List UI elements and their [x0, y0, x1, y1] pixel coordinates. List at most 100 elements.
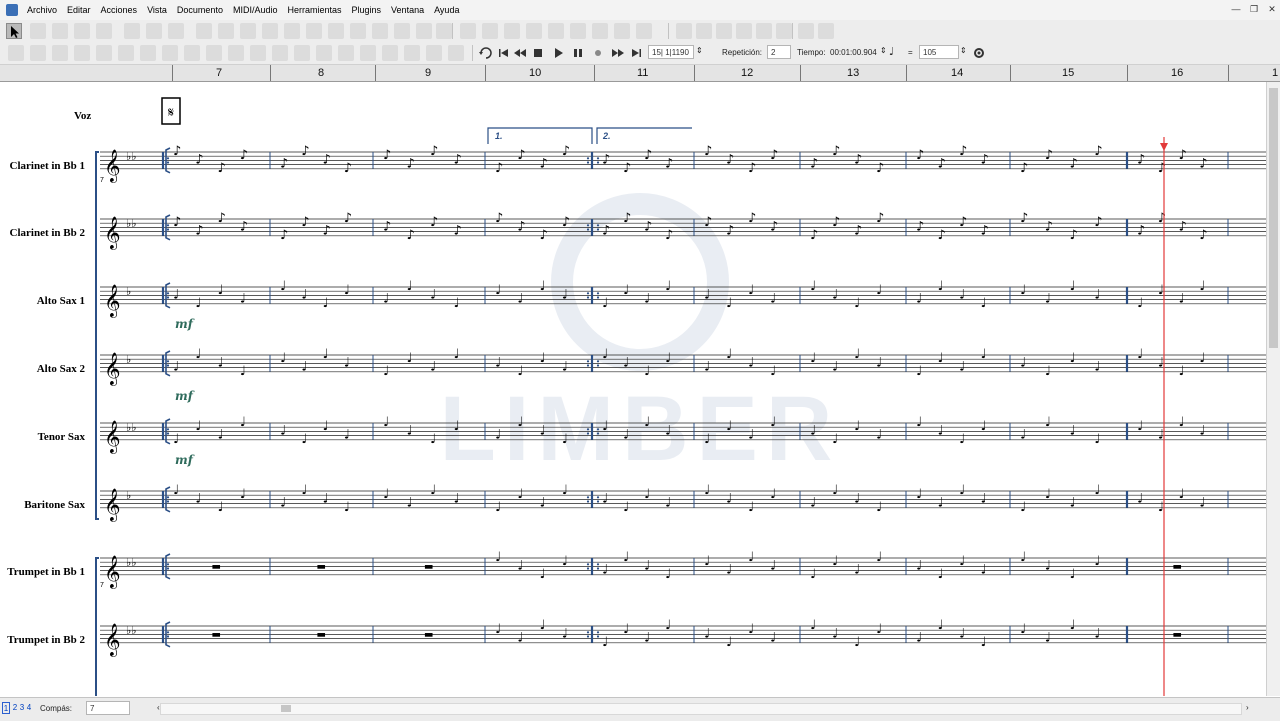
repeat-select[interactable]: 2 — [767, 45, 791, 59]
palette-diminuendo-icon[interactable] — [426, 45, 442, 61]
staff-tool-icon[interactable] — [124, 23, 140, 39]
playback-cursor-head-icon[interactable] — [1160, 143, 1168, 151]
graphics-tool-icon[interactable] — [436, 23, 452, 39]
trill-tool-icon[interactable] — [548, 23, 564, 39]
repeat-tool-icon[interactable] — [262, 23, 278, 39]
palette-crescendo-icon[interactable] — [404, 45, 420, 61]
palette-rest-icon[interactable] — [140, 45, 156, 61]
expression-tool-icon[interactable] — [218, 23, 234, 39]
dynamic-mf-alto-2[interactable]: mf — [175, 389, 195, 403]
dynamic-mf-tenor[interactable]: mf — [175, 453, 195, 467]
menu-acciones[interactable]: Acciones — [96, 5, 143, 15]
palette-sixteenth-note-icon[interactable] — [118, 45, 134, 61]
palette-sharp-icon[interactable] — [272, 45, 288, 61]
restore-button[interactable]: ❐ — [1246, 2, 1262, 16]
zoom-icon[interactable] — [818, 23, 834, 39]
palette-mordent-icon[interactable] — [448, 45, 464, 61]
palette-half-note-icon[interactable] — [30, 45, 46, 61]
palette-staccato-icon[interactable] — [316, 45, 332, 61]
palette-tuplet-icon[interactable] — [184, 45, 200, 61]
menu-ayuda[interactable]: Ayuda — [429, 5, 464, 15]
page-layout-icon[interactable] — [716, 23, 732, 39]
slur-tool-icon[interactable] — [482, 23, 498, 39]
lyrics-tool-icon[interactable] — [416, 23, 432, 39]
ottava-tool-icon[interactable] — [526, 23, 542, 39]
horizontal-scrollbar-thumb[interactable] — [281, 705, 291, 712]
chord-symbol-icon[interactable] — [372, 23, 388, 39]
menu-vista[interactable]: Vista — [142, 5, 172, 15]
palette-tie-icon[interactable] — [162, 45, 178, 61]
instrument-label-clarinet-1[interactable]: Clarinet in Bb 1 — [10, 160, 85, 172]
bpm-spinner-icon[interactable]: ⇕ — [960, 46, 967, 55]
palette-whole-note-icon[interactable] — [8, 45, 24, 61]
instrument-label-alto-sax-1[interactable]: Alto Sax 1 — [37, 295, 85, 307]
menu-herramientas[interactable]: Herramientas — [282, 5, 346, 15]
menu-ventana[interactable]: Ventana — [386, 5, 429, 15]
instrument-label-tenor-sax[interactable]: Tenor Sax — [38, 431, 86, 443]
palette-accent-icon[interactable] — [294, 45, 310, 61]
record-icon[interactable] — [590, 45, 606, 61]
key-signature-icon[interactable] — [284, 23, 300, 39]
selection-tool-icon[interactable] — [696, 23, 712, 39]
go-to-end-icon[interactable] — [628, 45, 644, 61]
menu-archivo[interactable]: Archivo — [22, 5, 62, 15]
hairpin-tool-icon[interactable] — [504, 23, 520, 39]
playback-settings-gear-icon[interactable] — [971, 45, 987, 61]
measure-ruler[interactable]: 7 8 9 10 11 12 13 14 15 16 1 — [0, 65, 1280, 82]
horizontal-scrollbar[interactable] — [160, 703, 1242, 715]
rest-tool-icon[interactable] — [96, 23, 112, 39]
close-button[interactable]: ✕ — [1264, 2, 1280, 16]
menu-midi-audio[interactable]: MIDI/Audio — [228, 5, 283, 15]
volta-2-bracket[interactable] — [596, 127, 692, 144]
text-tool-icon[interactable] — [394, 23, 410, 39]
loop-icon[interactable] — [478, 45, 494, 61]
instrument-label-trumpet-1[interactable]: Trumpet in Bb 1 — [7, 566, 85, 578]
palette-quarter-note-icon[interactable] — [52, 45, 68, 61]
time-spinner-icon[interactable]: ⇕ — [880, 46, 887, 55]
time-signature-icon[interactable] — [306, 23, 322, 39]
tempo-bpm-field[interactable]: 105 — [919, 45, 959, 59]
minimize-button[interactable]: — — [1228, 2, 1244, 16]
go-to-start-icon[interactable] — [496, 45, 512, 61]
eighth-note-tool-icon[interactable] — [168, 23, 184, 39]
measure-tool-icon[interactable] — [350, 23, 366, 39]
note-mover-icon[interactable] — [756, 23, 772, 39]
position-spinner-icon[interactable]: ⇕ — [696, 46, 703, 55]
speedy-entry-icon[interactable] — [776, 23, 792, 39]
tuplet-tool-icon[interactable] — [460, 23, 476, 39]
palette-tenuto-icon[interactable] — [338, 45, 354, 61]
lasso-icon[interactable] — [30, 23, 46, 39]
fast-forward-icon[interactable] — [610, 45, 626, 61]
page-tab-1[interactable]: 1 — [2, 702, 10, 714]
wrench-icon[interactable] — [676, 23, 692, 39]
hand-icon[interactable] — [798, 23, 814, 39]
volta-1-bracket[interactable] — [487, 127, 593, 144]
smart-shape-icon[interactable] — [196, 23, 212, 39]
instrument-label-baritone-sax[interactable]: Baritone Sax — [24, 499, 85, 511]
scroll-right-icon[interactable]: › — [1246, 703, 1249, 712]
palette-fermata-icon[interactable] — [360, 45, 376, 61]
palette-flat-icon[interactable] — [228, 45, 244, 61]
staff-edit-icon[interactable] — [736, 23, 752, 39]
play-icon[interactable] — [550, 45, 566, 61]
menu-editar[interactable]: Editar — [62, 5, 96, 15]
vertical-scrollbar-thumb[interactable] — [1269, 88, 1278, 348]
instrument-label-trumpet-2[interactable]: Trumpet in Bb 2 — [7, 634, 85, 646]
rewind-icon[interactable] — [512, 45, 528, 61]
vertical-scrollbar[interactable] — [1266, 82, 1280, 696]
palette-slur-icon[interactable] — [382, 45, 398, 61]
position-field[interactable]: 15| 1|1190 — [648, 45, 694, 59]
pedal-tool-icon[interactable] — [570, 23, 586, 39]
pause-icon[interactable] — [570, 45, 586, 61]
bracket-tool-icon[interactable] — [614, 23, 630, 39]
line-tool-icon[interactable] — [636, 23, 652, 39]
articulation-tool-icon[interactable] — [240, 23, 256, 39]
menu-documento[interactable]: Documento — [172, 5, 228, 15]
instrument-label-alto-sax-2[interactable]: Alto Sax 2 — [37, 363, 86, 375]
palette-natural-icon[interactable] — [250, 45, 266, 61]
stop-icon[interactable] — [530, 45, 546, 61]
menu-plugins[interactable]: Plugins — [347, 5, 387, 15]
instrument-label-clarinet-2[interactable]: Clarinet in Bb 2 — [10, 227, 86, 239]
score-canvas[interactable]: LIMBER Voz 𝄋 1. 2. Clarinet in Bb 1 Clar… — [0, 82, 1266, 696]
quarter-note-tool-icon[interactable] — [146, 23, 162, 39]
